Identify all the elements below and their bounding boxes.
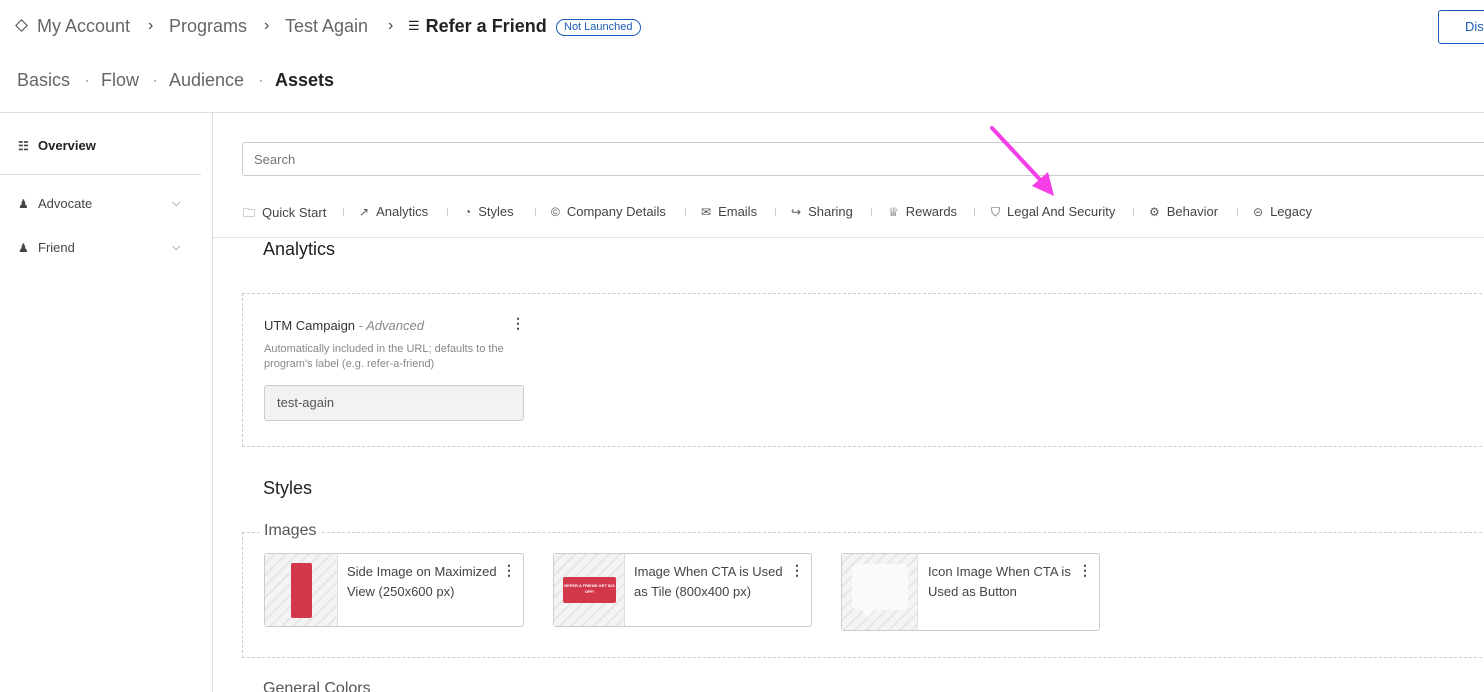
image-thumbnail [265, 554, 338, 626]
chevron-right-icon: › [388, 17, 394, 34]
minus-circle-icon: ⊝ [1253, 205, 1264, 219]
section-title-general-colors: General Colors [263, 680, 371, 692]
search-input[interactable] [242, 142, 1484, 176]
diamond-icon [15, 19, 28, 32]
chevron-right-icon: › [264, 17, 270, 34]
images-legend: Images [259, 522, 322, 540]
trend-icon: ↗ [359, 205, 370, 219]
section-title-styles: Styles [263, 478, 313, 498]
tab-flow[interactable]: Flow [101, 70, 139, 91]
tab-legacy[interactable]: ⊝ Legacy [1253, 204, 1312, 219]
image-thumbnail [842, 554, 918, 630]
chevron-down-icon[interactable]: ⌵ [172, 241, 180, 254]
utm-campaign-input[interactable]: test-again [264, 385, 524, 421]
sidebar: ☷ Overview ♟ Advocate ⌵ ♟ Friend ⌵ [0, 113, 213, 692]
more-options-icon[interactable]: ⋮ [1078, 562, 1092, 579]
image-card-label: Side Image on Maximized View (250x600 px… [347, 564, 497, 599]
sidebar-divider [0, 174, 201, 175]
tab-legal-and-security[interactable]: ⛉ Legal And Security [991, 204, 1115, 220]
breadcrumb-item-programs[interactable]: Programs [169, 16, 247, 37]
image-thumbnail: REFER A FRIEND GET $20 OFF! [554, 554, 625, 626]
tab-separator [974, 208, 975, 216]
breadcrumb-item-my-account[interactable]: My Account [15, 16, 130, 37]
tab-behavior[interactable]: ⚙ Behavior [1149, 204, 1218, 219]
tab-emails[interactable]: ✉ Emails [701, 204, 757, 219]
tab-styles[interactable]: ◔ Styles [464, 204, 514, 219]
header-divider [0, 112, 1484, 113]
tab-separator [260, 80, 262, 82]
chevron-right-icon: › [148, 17, 154, 34]
more-options-icon[interactable]: ⋮ [502, 562, 516, 579]
trophy-icon: ♕ [888, 205, 899, 219]
tab-basics[interactable]: Basics [17, 70, 70, 91]
mail-icon: ✉ [701, 205, 712, 219]
tile-image-preview: REFER A FRIEND GET $20 OFF! [563, 577, 616, 603]
chat-bubble-icon [852, 564, 908, 610]
tab-quick-start[interactable]: 🗀 Quick Start [243, 204, 326, 225]
tab-sharing[interactable]: ↪ Sharing [791, 204, 853, 219]
tab-audience[interactable]: Audience [169, 70, 244, 91]
breadcrumb-item-test-again[interactable]: Test Again [285, 16, 368, 37]
tab-separator [447, 208, 448, 216]
behavior-icon: ⚙ [1149, 205, 1160, 219]
person-icon: ♟ [18, 241, 29, 255]
tab-assets[interactable]: Assets [275, 70, 334, 91]
image-card-icon-image[interactable]: Icon Image When CTA is Used as Button ⋮ [841, 553, 1100, 631]
top-bar: My Account › Programs › Test Again › ☰ Re… [0, 0, 1484, 55]
breadcrumb-current: ☰ Refer a Friend [408, 16, 547, 36]
sidebar-item-overview[interactable]: ☷ Overview [18, 138, 96, 153]
utm-campaign-label: UTM Campaign - Advanced [264, 318, 424, 333]
shield-icon: ⛉ [991, 205, 1001, 219]
status-badge: Not Launched [556, 19, 641, 36]
image-card-tile-image[interactable]: REFER A FRIEND GET $20 OFF! Image When C… [553, 553, 812, 627]
tabs-divider [213, 237, 1484, 238]
tab-separator [685, 208, 686, 216]
folder-icon: 🗀 [243, 206, 256, 220]
copyright-icon: © [551, 205, 560, 219]
chevron-down-icon[interactable]: ⌵ [172, 197, 180, 210]
tab-rewards[interactable]: ♕ Rewards [888, 204, 957, 219]
sliders-icon: ☷ [18, 139, 29, 153]
image-card-side-image[interactable]: Side Image on Maximized View (250x600 px… [264, 553, 524, 627]
section-title-analytics: Analytics [263, 239, 336, 259]
image-card-label: Image When CTA is Used as Tile (800x400 … [634, 564, 783, 599]
tab-separator [343, 208, 344, 216]
chat-bubble-tail [860, 608, 876, 618]
palette-icon: ◔ [464, 205, 472, 219]
tab-separator [1133, 208, 1134, 216]
utm-campaign-help: Automatically included in the URL; defau… [264, 343, 504, 370]
program-icon: ☰ [408, 18, 420, 33]
annotation-arrow [990, 126, 1054, 196]
discard-button[interactable]: Discard [1438, 10, 1484, 44]
tab-separator [1237, 208, 1238, 216]
tab-separator [775, 208, 776, 216]
tab-separator [535, 208, 536, 216]
sidebar-item-friend[interactable]: ♟ Friend [18, 240, 75, 255]
tab-analytics[interactable]: ↗ Analytics [359, 204, 428, 219]
sidebar-item-advocate[interactable]: ♟ Advocate [18, 196, 92, 211]
tab-separator [86, 80, 88, 82]
tab-company-details[interactable]: © Company Details [551, 204, 666, 219]
share-icon: ↪ [791, 205, 802, 219]
tab-separator [154, 80, 156, 82]
image-card-label: Icon Image When CTA is Used as Button [928, 564, 1071, 599]
person-icon: ♟ [18, 197, 29, 211]
side-image-preview [291, 563, 312, 618]
more-options-icon[interactable]: ⋮ [511, 315, 525, 332]
more-options-icon[interactable]: ⋮ [790, 562, 804, 579]
tab-separator [871, 208, 872, 216]
